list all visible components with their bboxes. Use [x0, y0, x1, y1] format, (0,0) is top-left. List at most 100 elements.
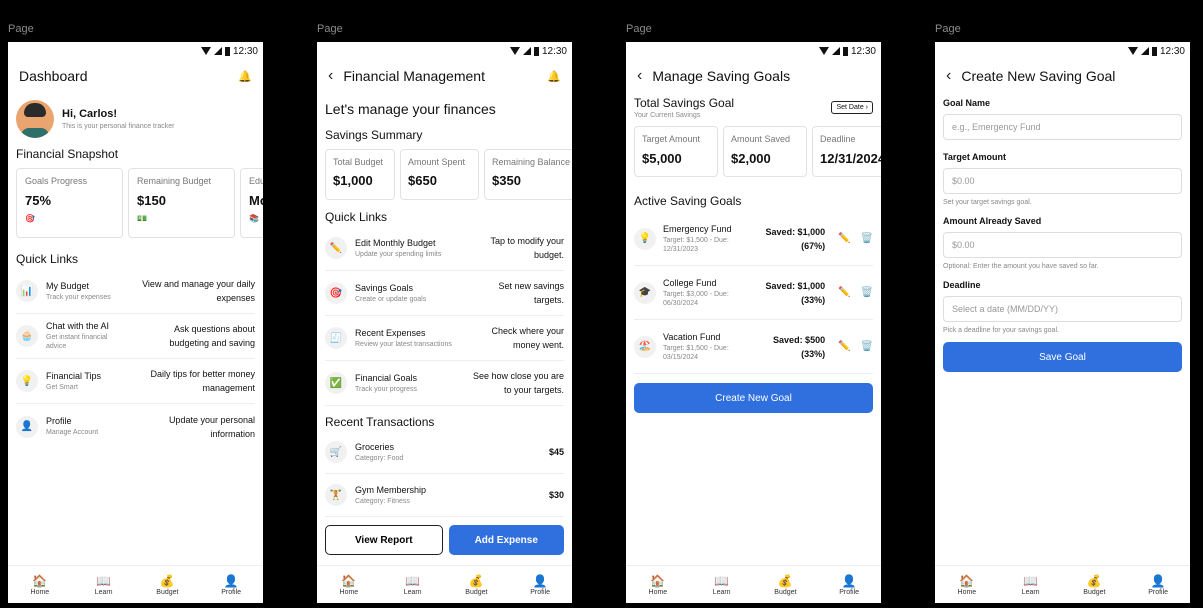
quick-link-profile[interactable]: 👤 Profile Manage Account Update your pers…: [16, 404, 255, 449]
nav-learn[interactable]: 📖 Learn: [388, 574, 438, 596]
card-label: Amount Saved: [731, 134, 791, 144]
transaction-row[interactable]: 🛒 Groceries Category: Food $45: [325, 431, 564, 474]
bell-icon[interactable]: 🔔: [547, 70, 561, 83]
set-date-button[interactable]: Set Date ›: [831, 101, 873, 114]
target-amount-input[interactable]: $0.00: [943, 168, 1182, 194]
goal-title: Vacation Fund: [663, 331, 721, 342]
nav-home[interactable]: 🏠 Home: [942, 574, 992, 596]
education-card[interactable]: Edu Mo 📚: [240, 168, 263, 238]
nav-budget[interactable]: 💰 Budget: [451, 574, 501, 596]
quick-link-title: Financial Tips: [46, 370, 102, 381]
quick-link-financial-goals[interactable]: ✅ Financial Goals Track your progress See…: [325, 361, 564, 406]
pencil-icon: ✏️: [325, 237, 347, 259]
nav-profile[interactable]: 👤 Profile: [515, 574, 565, 596]
snapshot-title: Financial Snapshot: [16, 147, 119, 161]
quick-link-chat-ai[interactable]: 🧁 Chat with the AI Get instant financial …: [16, 314, 255, 359]
goals-progress-card[interactable]: Goals Progress 75% 🎯: [16, 168, 123, 238]
cupcake-icon: 🧁: [16, 325, 38, 347]
greeting-subtitle: This is your personal finance tracker: [62, 123, 175, 130]
goal-row-emergency[interactable]: 💡 Emergency Fund Target: $1,500 - Due: 12…: [634, 212, 873, 266]
field-label: Goal Name: [943, 98, 991, 108]
back-icon[interactable]: ‹: [637, 67, 642, 85]
nav-learn[interactable]: 📖 Learn: [1006, 574, 1056, 596]
remaining-balance-card[interactable]: Remaining Balance $350: [484, 149, 572, 200]
quick-link-edit-budget[interactable]: ✏️ Edit Monthly Budget Update your spendi…: [325, 226, 564, 271]
edit-icon[interactable]: ✏️: [838, 287, 850, 298]
beach-icon: 🏖️: [634, 335, 656, 358]
active-goals-title: Active Saving Goals: [634, 194, 742, 208]
card-value: $150: [137, 193, 166, 208]
quick-links-list: 📊 My Budget Track your expenses View and …: [16, 269, 255, 449]
nav-learn[interactable]: 📖 Learn: [79, 574, 129, 596]
nav-profile[interactable]: 👤 Profile: [824, 574, 874, 596]
trash-icon[interactable]: 🗑️: [861, 233, 873, 244]
saving-goals-screen: 12:30 ‹ Manage Saving Goals Total Saving…: [626, 42, 881, 603]
avatar[interactable]: [16, 100, 54, 138]
quick-link-my-budget[interactable]: 📊 My Budget Track your expenses View and …: [16, 269, 255, 314]
transaction-category: Category: Food: [355, 454, 404, 462]
deadline-input[interactable]: Select a date (MM/DD/YY): [943, 296, 1182, 322]
nav-learn[interactable]: 📖 Learn: [697, 574, 747, 596]
saving-goals-body: Total Savings Goal Your Current Savings …: [626, 94, 881, 565]
amount-saved-card[interactable]: Amount Saved $2,000: [723, 126, 807, 177]
status-time: 12:30: [850, 45, 876, 57]
card-label: Remaining Balance: [492, 157, 571, 167]
trash-icon[interactable]: 🗑️: [861, 341, 873, 352]
home-icon: 🏠: [650, 573, 666, 588]
trash-icon[interactable]: 🗑️: [861, 287, 873, 298]
remaining-budget-card[interactable]: Remaining Budget $150 💵: [128, 168, 235, 238]
card-value: 12/31/2024: [820, 151, 881, 166]
quick-link-subtitle: Manage Account: [46, 429, 99, 436]
target-amount-card[interactable]: Target Amount $5,000: [634, 126, 718, 177]
card-value: $5,000: [642, 151, 682, 166]
amount-spent-card[interactable]: Amount Spent $650: [400, 149, 479, 200]
summary-cards: Total Budget $1,000 Amount Spent $650 Re…: [325, 149, 572, 200]
add-expense-button[interactable]: Add Expense: [448, 525, 564, 555]
nav-budget[interactable]: 💰 Budget: [1069, 574, 1119, 596]
cart-icon: 🛒: [325, 441, 347, 463]
quick-link-recent-expenses[interactable]: 🧾 Recent Expenses Review your latest tran…: [325, 316, 564, 361]
back-icon[interactable]: ‹: [328, 67, 333, 85]
quick-link-subtitle: Track your expenses: [46, 293, 111, 301]
nav-budget[interactable]: 💰 Budget: [760, 574, 810, 596]
goal-row-college[interactable]: 🎓 College Fund Target: $3,000 - Due: 06/3…: [634, 266, 873, 320]
total-savings-subtitle: Your Current Savings: [634, 112, 701, 119]
quick-link-description: View and manage your daily expenses: [142, 279, 255, 303]
card-label: Total Budget: [333, 157, 384, 167]
financial-management-screen: 12:30 ‹ Financial Management 🔔 Let's man…: [317, 42, 572, 603]
quick-link-financial-tips[interactable]: 💡 Financial Tips Get Smart Daily tips for…: [16, 359, 255, 404]
transaction-row[interactable]: 🏋️ Gym Membership Category: Fitness $30: [325, 474, 564, 517]
graduation-cap-icon: 🎓: [634, 281, 656, 304]
edit-icon[interactable]: ✏️: [838, 233, 850, 244]
home-icon: 🏠: [32, 573, 48, 588]
goal-row-vacation[interactable]: 🏖️ Vacation Fund Target: $1,500 - Due: 03…: [634, 320, 873, 374]
status-time: 12:30: [541, 45, 567, 57]
quick-links-title: Quick Links: [16, 252, 79, 266]
nav-home[interactable]: 🏠 Home: [324, 574, 374, 596]
view-report-button[interactable]: View Report: [325, 525, 443, 555]
quick-link-title: Savings Goals: [355, 282, 414, 293]
back-icon[interactable]: ‹: [946, 67, 951, 85]
status-time: 12:30: [232, 45, 258, 57]
amount-saved-input[interactable]: $0.00: [943, 232, 1182, 258]
nav-budget[interactable]: 💰 Budget: [142, 574, 192, 596]
nav-label: Home: [339, 588, 359, 596]
goal-name-input[interactable]: e.g., Emergency Fund: [943, 114, 1182, 140]
receipt-icon: 🧾: [325, 327, 347, 349]
total-budget-card[interactable]: Total Budget $1,000: [325, 149, 395, 200]
deadline-card[interactable]: Deadline 12/31/2024: [812, 126, 881, 177]
quick-link-savings-goals[interactable]: 🎯 Savings Goals Create or update goals Se…: [325, 271, 564, 316]
nav-home[interactable]: 🏠 Home: [633, 574, 683, 596]
edit-icon[interactable]: ✏️: [838, 341, 850, 352]
nav-profile[interactable]: 👤 Profile: [206, 574, 256, 596]
nav-home[interactable]: 🏠 Home: [15, 574, 65, 596]
field-label: Deadline: [943, 280, 981, 290]
bell-icon[interactable]: 🔔: [238, 70, 252, 83]
money-bag-icon: 💰: [777, 573, 793, 588]
goal-percent: (67%): [801, 240, 826, 251]
nav-profile[interactable]: 👤 Profile: [1133, 574, 1183, 596]
bottom-nav: 🏠 Home 📖 Learn 💰 Budget 👤 Profile: [8, 565, 263, 603]
save-goal-button[interactable]: Save Goal: [943, 342, 1182, 372]
user-icon: 👤: [16, 415, 38, 438]
create-goal-button[interactable]: Create New Goal: [634, 383, 873, 413]
